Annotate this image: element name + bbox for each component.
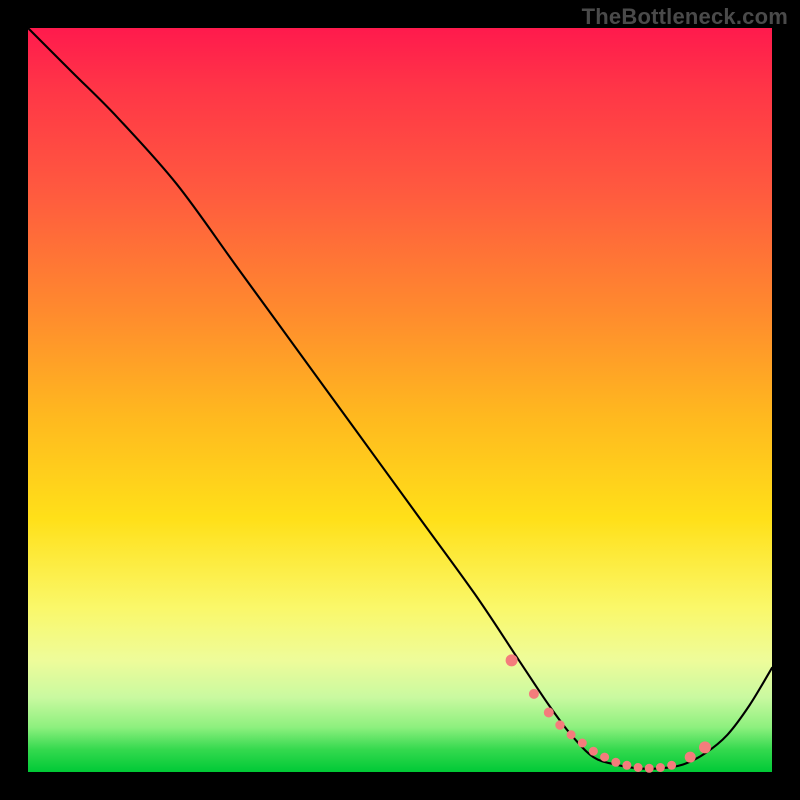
highlight-dot [634,763,643,772]
highlight-dot [555,720,564,729]
plot-area [28,28,772,772]
highlight-dot [578,739,587,748]
highlight-dot [699,741,711,753]
highlight-dot [506,654,518,666]
highlight-dot [567,730,576,739]
highlight-dot [611,758,620,767]
highlight-dot [529,689,539,699]
highlight-dot [589,747,598,756]
watermark-text: TheBottleneck.com [582,4,788,30]
highlight-dot [685,752,696,763]
highlight-dot [645,764,654,773]
highlight-dot [600,753,609,762]
highlight-dot [544,708,554,718]
chart-frame: TheBottleneck.com [0,0,800,800]
highlight-dot [667,761,676,770]
highlight-dot [656,763,665,772]
bottleneck-curve [28,28,772,769]
curve-svg [28,28,772,772]
highlight-dots [506,654,711,772]
highlight-dot [622,761,631,770]
